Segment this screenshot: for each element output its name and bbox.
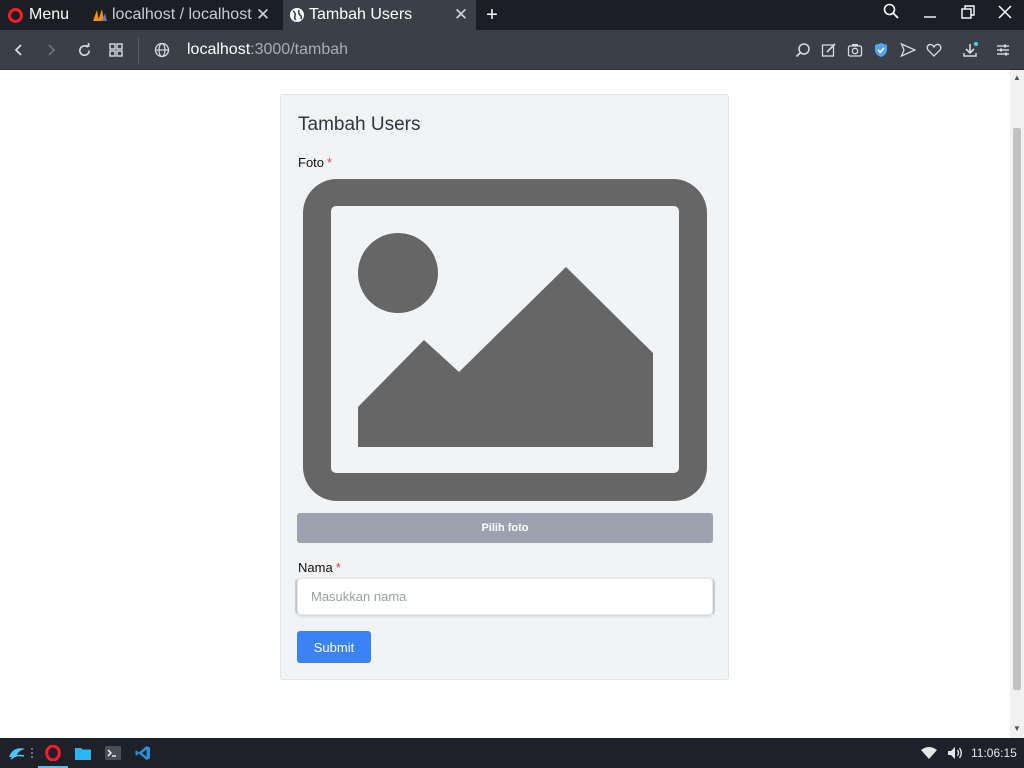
pick-photo-button[interactable]: Pilih foto bbox=[297, 513, 713, 543]
files-taskbar-icon[interactable] bbox=[72, 742, 94, 764]
scrollbar-thumb[interactable] bbox=[1013, 128, 1021, 690]
nama-input[interactable] bbox=[297, 578, 713, 615]
volume-icon[interactable] bbox=[946, 744, 964, 762]
reload-icon[interactable] bbox=[73, 39, 95, 61]
tab-tambah-users[interactable]: Tambah Users ✕ bbox=[283, 0, 476, 30]
address-separator bbox=[138, 38, 139, 64]
clock[interactable]: 11:06:15 bbox=[971, 746, 1017, 760]
close-tab-icon[interactable]: ✕ bbox=[252, 5, 274, 25]
page-scrollbar[interactable]: ▲ ▼ bbox=[1010, 70, 1024, 738]
tab-title: Tambah Users bbox=[309, 6, 413, 23]
taskbar-handle-icon[interactable] bbox=[28, 742, 36, 764]
tab-phpmyadmin[interactable]: localhost / localhost ✕ bbox=[86, 0, 278, 30]
page-title: Tambah Users bbox=[298, 114, 421, 135]
system-taskbar: 11:06:15 bbox=[0, 738, 1024, 768]
page-viewport: Tambah Users Foto* Pilih foto Nama* Subm… bbox=[0, 70, 1010, 738]
close-window-icon[interactable] bbox=[993, 3, 1017, 27]
download-icon[interactable] bbox=[959, 39, 981, 61]
tab-title: localhost / localhost bbox=[112, 6, 252, 23]
send-icon[interactable] bbox=[897, 39, 919, 61]
required-mark: * bbox=[327, 155, 333, 170]
edit-snapshot-icon[interactable] bbox=[818, 39, 840, 61]
menu-label: Menu bbox=[29, 6, 70, 23]
nama-label: Nama * bbox=[298, 560, 341, 575]
address-bar: localhost:3000/tambah bbox=[0, 30, 1024, 70]
app-launcher-icon[interactable] bbox=[6, 742, 28, 764]
wifi-icon[interactable] bbox=[920, 744, 938, 762]
foto-label-text: Foto bbox=[298, 155, 325, 170]
url-host: localhost bbox=[187, 41, 251, 58]
minimize-icon[interactable] bbox=[918, 3, 942, 27]
globe-icon bbox=[290, 8, 304, 22]
terminal-taskbar-icon[interactable] bbox=[102, 742, 124, 764]
new-tab-icon[interactable]: + bbox=[482, 4, 502, 27]
heart-bookmark-icon[interactable] bbox=[923, 39, 945, 61]
submit-button[interactable]: Submit bbox=[297, 631, 371, 663]
close-tab-icon[interactable]: ✕ bbox=[450, 5, 472, 25]
back-icon[interactable] bbox=[8, 39, 30, 61]
tab-bar: Menu localhost / localhost ✕ Tambah User… bbox=[0, 0, 1024, 30]
restore-icon[interactable] bbox=[956, 3, 980, 27]
opera-logo-icon bbox=[8, 7, 23, 23]
required-mark: * bbox=[335, 560, 341, 575]
scroll-down-icon[interactable]: ▼ bbox=[1013, 725, 1021, 733]
url-field[interactable]: localhost:3000/tambah bbox=[187, 41, 348, 59]
camera-snapshot-icon[interactable] bbox=[844, 39, 866, 61]
easy-setup-icon[interactable] bbox=[992, 39, 1014, 61]
scroll-up-icon[interactable]: ▲ bbox=[1013, 74, 1021, 82]
opera-taskbar-icon[interactable] bbox=[38, 742, 68, 768]
url-path: :3000/tambah bbox=[250, 41, 349, 58]
speed-dial-icon[interactable] bbox=[105, 39, 127, 61]
vscode-taskbar-icon[interactable] bbox=[132, 742, 154, 764]
image-placeholder-icon bbox=[303, 179, 707, 501]
opera-menu-button[interactable]: Menu bbox=[8, 4, 69, 26]
forward-icon[interactable] bbox=[40, 39, 62, 61]
foto-label: Foto * bbox=[298, 155, 332, 170]
site-info-globe-icon[interactable] bbox=[151, 39, 173, 61]
phpmyadmin-icon bbox=[93, 9, 107, 21]
adblock-shield-icon[interactable] bbox=[870, 39, 892, 61]
search-tabs-icon[interactable] bbox=[879, 3, 903, 27]
add-user-form-card: Tambah Users Foto* Pilih foto Nama* Subm… bbox=[280, 94, 729, 680]
search-page-icon[interactable] bbox=[792, 39, 814, 61]
nama-label-text: Nama bbox=[298, 560, 333, 575]
